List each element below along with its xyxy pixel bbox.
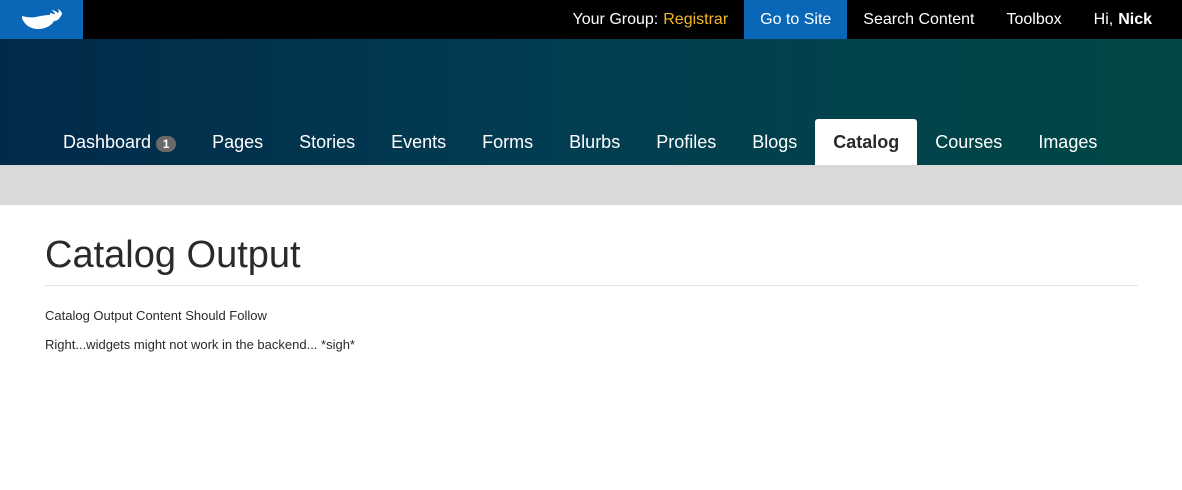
tab-label: Catalog <box>833 131 900 152</box>
tab-label: Stories <box>299 131 356 152</box>
greeting: Hi, <box>1093 10 1114 28</box>
tab-label: Images <box>1038 131 1098 152</box>
main-content: Catalog Output Catalog Output Content Sh… <box>45 205 1138 352</box>
whale-icon <box>21 8 62 29</box>
search-content-link[interactable]: Search Content <box>847 0 990 39</box>
notification-badge: 1 <box>156 135 177 152</box>
content-paragraph: Right...widgets might not work in the ba… <box>45 336 355 352</box>
tab-label: Profiles <box>656 131 717 152</box>
tab-stories[interactable]: Stories <box>281 119 373 165</box>
tab-label: Pages <box>212 131 264 152</box>
tab-blogs[interactable]: Blogs <box>734 119 815 165</box>
top-nav: Your Group: Registrar Go to Site Search … <box>557 0 1182 39</box>
tab-blurbs[interactable]: Blurbs <box>551 119 638 165</box>
page-title: Catalog Output <box>45 233 1138 286</box>
main-tabs: Dashboard 1 Pages Stories Events Forms B… <box>45 119 1115 165</box>
go-to-site-button[interactable]: Go to Site <box>744 0 848 39</box>
tab-dashboard[interactable]: Dashboard 1 <box>45 119 194 165</box>
group-selector[interactable]: Your Group: Registrar <box>557 0 745 39</box>
tab-images[interactable]: Images <box>1020 119 1115 165</box>
sub-toolbar <box>0 165 1182 205</box>
user-menu[interactable]: Hi, Nick <box>1078 0 1182 39</box>
home-logo-button[interactable] <box>0 0 83 39</box>
tab-events[interactable]: Events <box>373 119 464 165</box>
tab-label: Dashboard <box>63 131 152 152</box>
top-bar: Your Group: Registrar Go to Site Search … <box>0 0 1182 39</box>
user-name: Nick <box>1118 10 1152 28</box>
group-label: Your Group: <box>572 10 659 28</box>
tab-catalog[interactable]: Catalog <box>815 119 918 165</box>
tab-label: Blogs <box>752 131 798 152</box>
tab-forms[interactable]: Forms <box>464 119 551 165</box>
toolbox-link[interactable]: Toolbox <box>990 0 1077 39</box>
tab-pages[interactable]: Pages <box>194 119 281 165</box>
tab-label: Events <box>391 131 447 152</box>
header-banner: Dashboard 1 Pages Stories Events Forms B… <box>0 39 1182 165</box>
tab-courses[interactable]: Courses <box>917 119 1020 165</box>
tab-label: Courses <box>935 131 1003 152</box>
tab-label: Blurbs <box>569 131 621 152</box>
group-name[interactable]: Registrar <box>663 11 728 29</box>
tab-profiles[interactable]: Profiles <box>638 119 734 165</box>
content-paragraph: Catalog Output Content Should Follow <box>45 307 267 323</box>
tab-label: Forms <box>482 131 534 152</box>
